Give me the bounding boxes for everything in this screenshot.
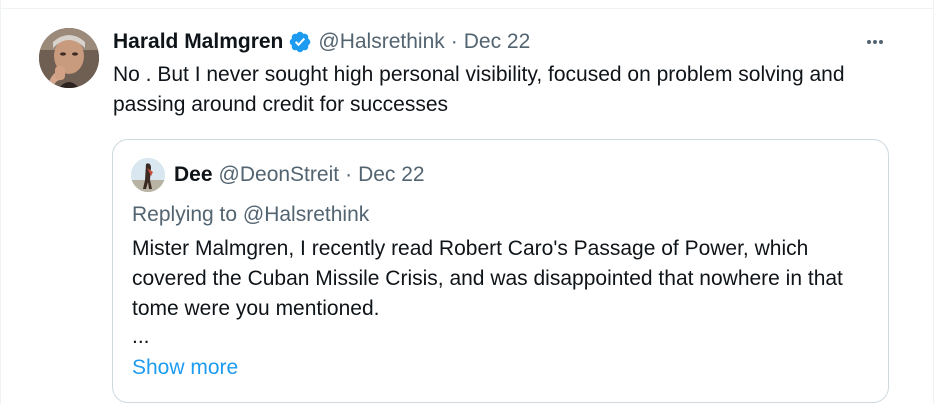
quoted-tweet-card[interactable]: Dee @DeonStreit · Dec 22 Replying to @Ha… [112, 139, 889, 403]
truncation-ellipsis: ... [132, 325, 150, 348]
quoted-author-avatar[interactable] [131, 158, 165, 192]
tweet-container: Harald Malmgren @Halsrethink · Dec 22 No… [0, 0, 934, 404]
author-name[interactable]: Harald Malmgren [113, 28, 283, 56]
tweet-date[interactable]: Dec 22 [464, 28, 531, 56]
separator-dot: · [345, 163, 353, 186]
avatar-photo [131, 158, 165, 192]
tweet-header: Harald Malmgren @Halsrethink · Dec 22 [113, 28, 530, 56]
more-horizontal-icon[interactable] [859, 30, 891, 54]
replying-to[interactable]: Replying to @Halsrethink [132, 200, 369, 230]
separator-dot: · [450, 30, 458, 53]
quoted-tweet-text: Mister Malmgren, I recently read Robert … [132, 237, 843, 320]
quoted-author-handle[interactable]: @DeonStreit [219, 160, 340, 190]
author-handle[interactable]: @Halsrethink [318, 28, 444, 56]
quoted-tweet-date[interactable]: Dec 22 [358, 160, 425, 190]
divider [1, 8, 934, 9]
author-avatar[interactable] [39, 28, 99, 88]
tweet-text: No . But I never sought high personal vi… [113, 63, 845, 116]
verified-badge-icon[interactable] [288, 30, 312, 54]
quoted-tweet-header: Dee @DeonStreit · Dec 22 [174, 160, 425, 190]
show-more-link[interactable]: Show more [132, 353, 238, 383]
quoted-author-name[interactable]: Dee [174, 160, 213, 190]
avatar-photo [39, 28, 99, 88]
